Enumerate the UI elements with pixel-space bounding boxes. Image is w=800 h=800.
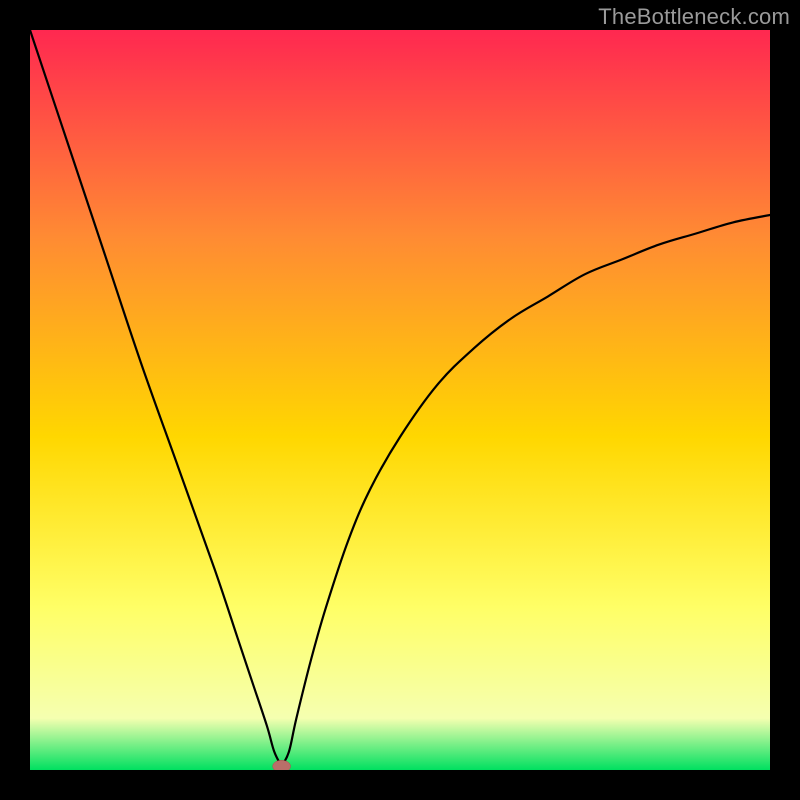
optimal-marker xyxy=(273,760,291,770)
bottleneck-plot xyxy=(30,30,770,770)
gradient-background xyxy=(30,30,770,770)
chart-frame: TheBottleneck.com xyxy=(0,0,800,800)
watermark-label: TheBottleneck.com xyxy=(598,4,790,30)
